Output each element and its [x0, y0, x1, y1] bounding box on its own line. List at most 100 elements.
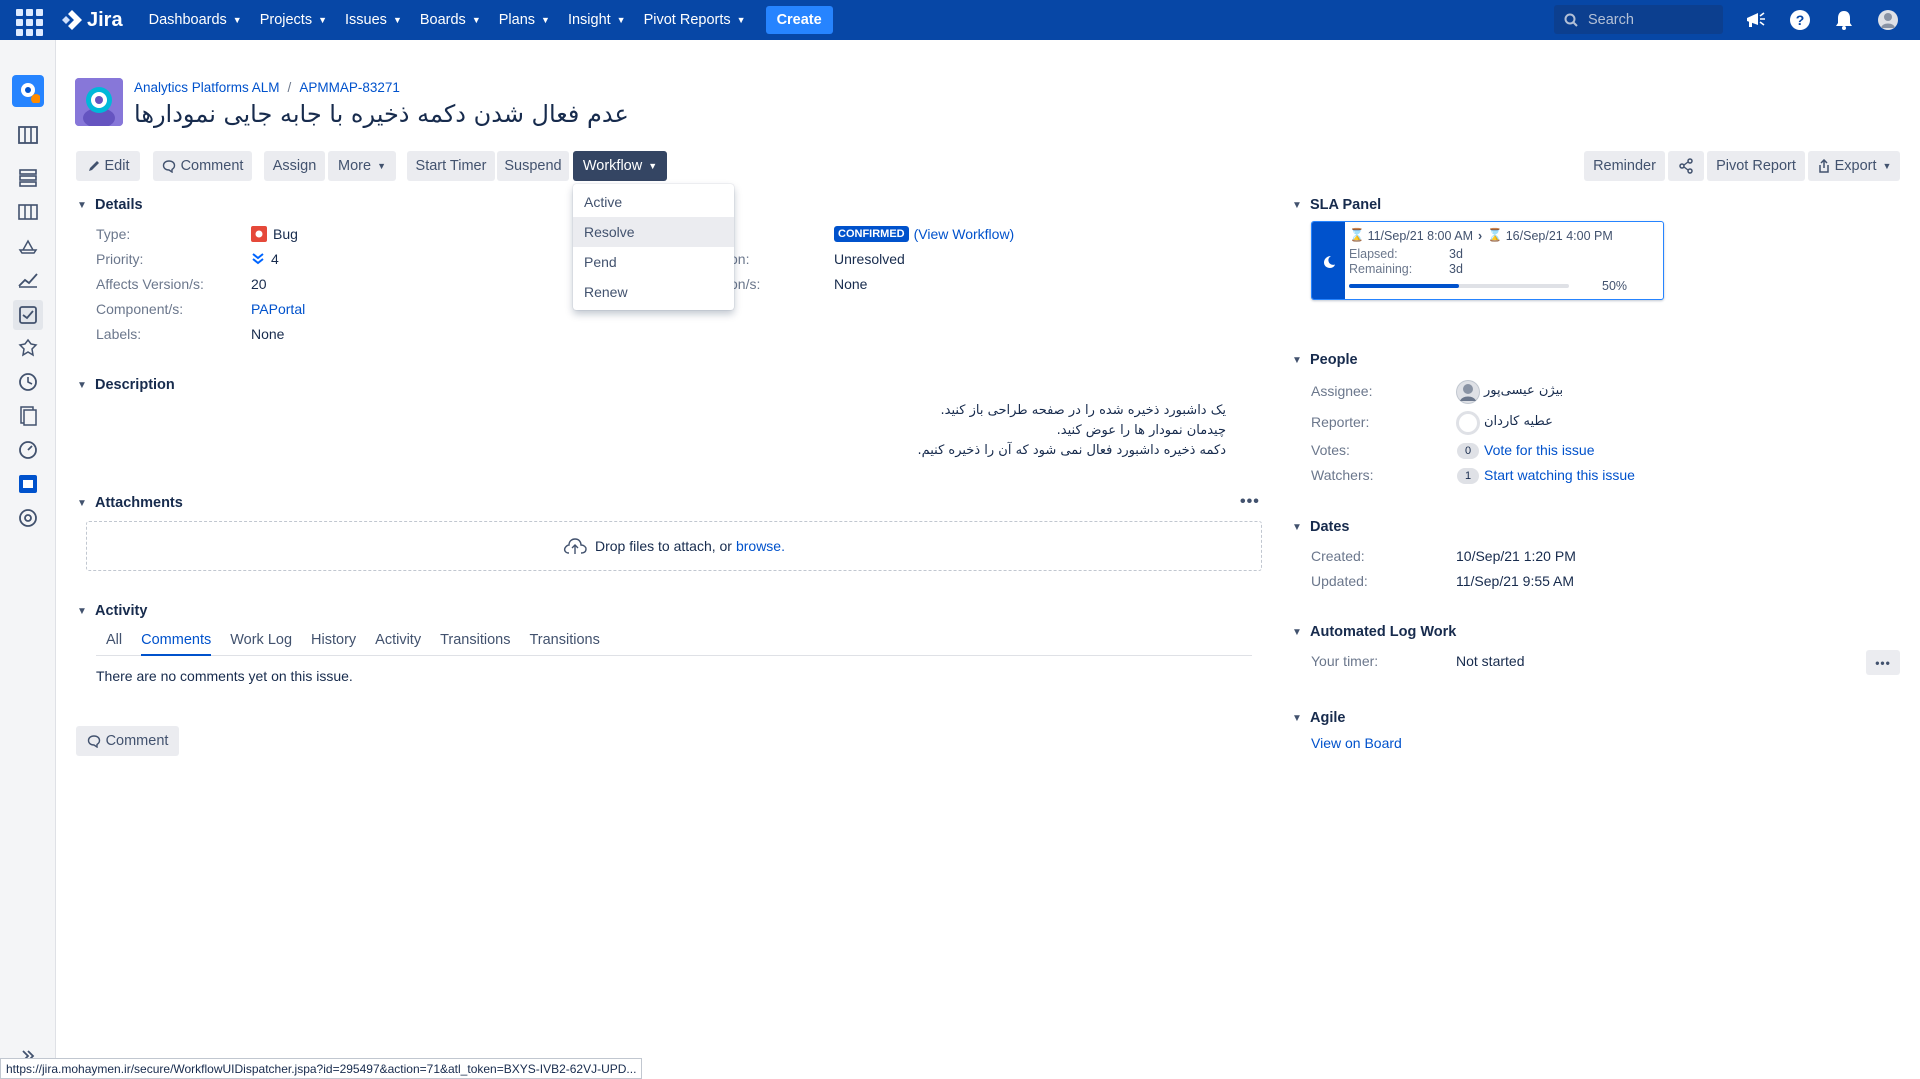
reports-icon[interactable]	[16, 268, 40, 292]
project-avatar[interactable]	[75, 78, 123, 126]
nav-projects[interactable]: Projects ▼	[260, 12, 327, 28]
menu-item-pend[interactable]: Pend	[573, 247, 734, 277]
sla-panel-section-toggle[interactable]: ▼ SLA Panel	[1292, 197, 1381, 213]
description-section-toggle[interactable]: ▼ Description	[77, 377, 175, 393]
app-switcher-icon[interactable]	[13, 6, 43, 36]
chevron-down-icon: ▼	[648, 161, 658, 171]
view-workflow-link[interactable]: (View Workflow)	[914, 226, 1015, 242]
reporter-name[interactable]: عطیه کاردان	[1484, 414, 1553, 429]
announcements-icon[interactable]	[1744, 8, 1768, 32]
nav-issues[interactable]: Issues ▼	[345, 12, 402, 28]
help-icon[interactable]: ?	[1788, 8, 1812, 32]
backlog-icon[interactable]	[16, 166, 40, 190]
log-work-section-toggle[interactable]: ▼ Automated Log Work	[1292, 624, 1456, 640]
comment-button[interactable]: Comment	[153, 151, 252, 181]
settings-icon[interactable]	[16, 506, 40, 530]
chevron-down-icon: ▼	[392, 15, 402, 25]
sla-remaining-label: Remaining:	[1349, 262, 1413, 276]
more-options-icon[interactable]: •••	[1240, 493, 1260, 511]
activity-heading: Activity	[95, 603, 148, 619]
timer-label: Your timer:	[1311, 653, 1379, 669]
user-avatar-icon[interactable]	[1876, 8, 1900, 32]
activity-section-toggle[interactable]: ▼ Activity	[77, 603, 147, 619]
component-link[interactable]: PAPortal	[251, 301, 305, 317]
tab-transitions-2[interactable]: Transitions	[529, 632, 599, 656]
tab-all[interactable]: All	[106, 632, 122, 656]
breadcrumb-issue-key-link[interactable]: APMMAP-83271	[299, 80, 400, 95]
type-value: Bug	[251, 226, 298, 242]
chevron-down-icon: ▼	[77, 379, 87, 391]
nav-dashboards[interactable]: Dashboards ▼	[149, 12, 242, 28]
timer-icon[interactable]	[16, 370, 40, 394]
tab-comments[interactable]: Comments	[141, 632, 212, 656]
nav-pivot-reports[interactable]: Pivot Reports ▼	[644, 12, 746, 28]
vote-link[interactable]: Vote for this issue	[1484, 442, 1595, 458]
attachment-dropzone[interactable]: Drop files to attach, or browse.	[86, 521, 1262, 571]
share-button[interactable]	[1668, 151, 1704, 181]
add-comment-button[interactable]: Comment	[76, 726, 179, 756]
browse-link[interactable]: browse.	[736, 538, 785, 554]
component-label: Component/s:	[96, 301, 184, 317]
search-input[interactable]: Search	[1554, 5, 1723, 34]
reminder-button[interactable]: Reminder	[1584, 151, 1665, 181]
assignee-name[interactable]: بیژن عیسی‌پور	[1484, 383, 1563, 398]
project-avatar-icon[interactable]	[12, 75, 44, 107]
reporter-avatar	[1456, 411, 1480, 435]
breadcrumb-project-link[interactable]: Analytics Platforms ALM	[134, 80, 280, 95]
issue-title[interactable]: عدم فعال شدن دکمه ذخیره با جابه جایی نمو…	[134, 100, 629, 128]
description-body[interactable]: یک داشبورد ذخیره شده را در صفحه طراحی با…	[880, 401, 1226, 461]
workflow-button[interactable]: Workflow ▼	[573, 151, 667, 181]
log-work-more-options-icon[interactable]: •••	[1866, 650, 1900, 675]
releases-icon[interactable]	[16, 234, 40, 258]
issues-icon[interactable]	[13, 300, 43, 330]
attachments-section-toggle[interactable]: ▼ Attachments	[77, 495, 183, 511]
menu-item-renew[interactable]: Renew	[573, 277, 734, 307]
view-on-board-link[interactable]: View on Board	[1311, 735, 1402, 751]
comment-label: Comment	[105, 733, 169, 749]
menu-item-resolve[interactable]: Resolve	[573, 217, 734, 247]
tab-history[interactable]: History	[311, 632, 356, 656]
suspend-button[interactable]: Suspend	[497, 151, 569, 181]
type-text: Bug	[273, 226, 298, 242]
sla-card[interactable]: ⌛ 11/Sep/21 8:00 AM › ⌛ 16/Sep/21 4:00 P…	[1311, 221, 1664, 300]
chevron-down-icon: ▼	[1292, 354, 1302, 366]
affects-version-value: 20	[251, 276, 267, 292]
chevron-down-icon: ▼	[1292, 712, 1302, 724]
tab-activity[interactable]: Activity	[375, 632, 421, 656]
watch-link[interactable]: Start watching this issue	[1484, 467, 1635, 483]
board-icon[interactable]	[16, 123, 40, 147]
export-button[interactable]: Export ▼	[1808, 151, 1900, 181]
moon-icon	[1323, 255, 1335, 268]
nav-plans[interactable]: Plans ▼	[499, 12, 550, 28]
start-timer-button[interactable]: Start Timer	[407, 151, 495, 181]
menu-item-active[interactable]: Active	[573, 187, 734, 217]
assign-button[interactable]: Assign	[264, 151, 325, 181]
edit-button[interactable]: Edit	[76, 151, 140, 181]
tab-work-log[interactable]: Work Log	[230, 632, 292, 656]
notifications-bell-icon[interactable]	[1832, 8, 1856, 32]
assignee-avatar	[1456, 380, 1480, 404]
details-section-toggle[interactable]: ▼ Details	[77, 197, 143, 213]
watchers-label: Watchers:	[1311, 467, 1374, 483]
more-button[interactable]: More ▼	[328, 151, 396, 181]
nav-label: Boards	[419, 12, 466, 28]
sla-elapsed-value: 3d	[1449, 247, 1463, 261]
chevron-right-icon: ›	[1477, 228, 1483, 243]
create-button[interactable]: Create	[765, 6, 833, 34]
labels-value: None	[251, 326, 285, 342]
components-icon[interactable]	[16, 336, 40, 360]
insight-icon[interactable]	[16, 472, 40, 496]
tab-transitions[interactable]: Transitions	[440, 632, 510, 656]
dashboard-gauge-icon[interactable]	[16, 438, 40, 462]
pages-icon[interactable]	[16, 404, 40, 428]
agile-section-toggle[interactable]: ▼ Agile	[1292, 710, 1345, 726]
dates-section-toggle[interactable]: ▼ Dates	[1292, 519, 1350, 535]
nav-boards[interactable]: Boards ▼	[420, 12, 481, 28]
jira-logo[interactable]: Jira	[61, 9, 123, 32]
people-section-toggle[interactable]: ▼ People	[1292, 352, 1358, 368]
columns-icon[interactable]	[16, 200, 40, 224]
nav-insight[interactable]: Insight ▼	[568, 12, 626, 28]
pivot-report-button[interactable]: Pivot Report	[1707, 151, 1805, 181]
description-line: یک داشبورد ذخیره شده را در صفحه طراحی با…	[940, 403, 1227, 418]
chevron-down-icon: ▼	[232, 15, 242, 25]
